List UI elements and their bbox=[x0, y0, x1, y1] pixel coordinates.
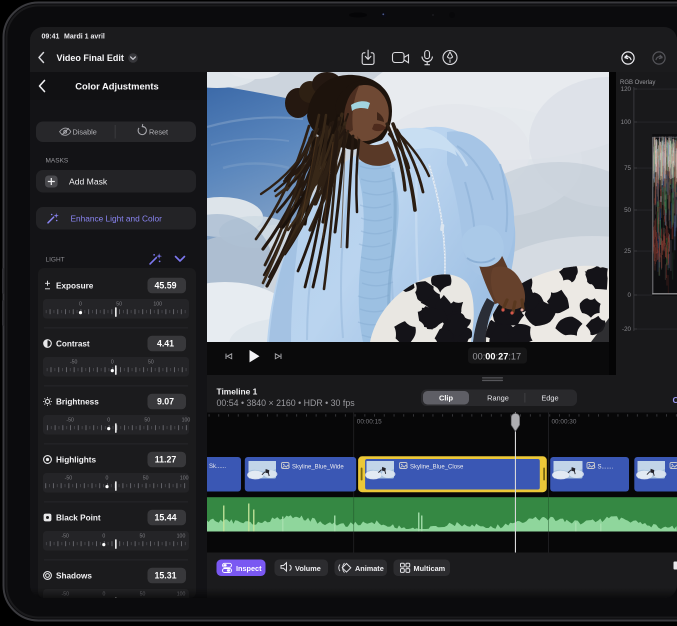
svg-text:50: 50 bbox=[140, 534, 146, 540]
svg-text:100: 100 bbox=[153, 302, 162, 308]
svg-text:15.31: 15.31 bbox=[154, 571, 176, 581]
svg-text:Mardi 1 avril: Mardi 1 avril bbox=[64, 34, 105, 41]
svg-text:100: 100 bbox=[621, 119, 632, 126]
svg-text:Enhance Light and Color: Enhance Light and Color bbox=[71, 214, 163, 224]
svg-text:0: 0 bbox=[107, 418, 110, 424]
svg-text:Skyline_Blue_Close: Skyline_Blue_Close bbox=[410, 465, 464, 471]
svg-text:-50: -50 bbox=[66, 418, 74, 424]
svg-text:45.59: 45.59 bbox=[154, 281, 176, 291]
svg-text:50: 50 bbox=[143, 476, 149, 482]
svg-text:Timeline 1: Timeline 1 bbox=[217, 387, 258, 397]
svg-text:Inspect: Inspect bbox=[236, 564, 262, 573]
svg-text:Multicam: Multicam bbox=[414, 564, 446, 573]
svg-text:0: 0 bbox=[106, 476, 109, 482]
svg-text:100: 100 bbox=[180, 476, 189, 482]
svg-text:Disable: Disable bbox=[73, 128, 97, 137]
svg-text:Range: Range bbox=[487, 394, 509, 403]
svg-text:-50: -50 bbox=[65, 476, 73, 482]
svg-text:4.41: 4.41 bbox=[157, 339, 174, 349]
svg-text:Volume: Volume bbox=[295, 564, 321, 573]
svg-text:Black Point: Black Point bbox=[56, 514, 101, 523]
svg-text:-50: -50 bbox=[61, 534, 69, 540]
svg-text:Color Adjustments: Color Adjustments bbox=[75, 81, 159, 92]
svg-text:Add Mask: Add Mask bbox=[69, 177, 108, 187]
svg-text:50: 50 bbox=[116, 302, 122, 308]
svg-text:MASKS: MASKS bbox=[46, 158, 69, 165]
svg-text:Video Final Edit: Video Final Edit bbox=[57, 53, 124, 63]
svg-text:0: 0 bbox=[79, 302, 82, 308]
svg-text:Exposure: Exposure bbox=[56, 282, 94, 291]
svg-text:00:00:30: 00:00:30 bbox=[552, 419, 577, 426]
svg-text:Skyline_Blue_Wide: Skyline_Blue_Wide bbox=[292, 465, 344, 471]
svg-text:Animate: Animate bbox=[355, 564, 384, 573]
svg-text:-50: -50 bbox=[70, 360, 78, 366]
svg-text:O: O bbox=[673, 395, 677, 405]
svg-text:09:41: 09:41 bbox=[42, 34, 60, 41]
svg-text:Brightness: Brightness bbox=[56, 398, 99, 407]
svg-text:0: 0 bbox=[102, 534, 105, 540]
svg-text:25: 25 bbox=[624, 248, 631, 255]
svg-text:Highlights: Highlights bbox=[56, 456, 96, 465]
svg-text:50: 50 bbox=[624, 207, 631, 214]
svg-text:00:54 • 3840 × 2160 • HDR • 30: 00:54 • 3840 × 2160 • HDR • 30 fps bbox=[217, 398, 356, 408]
svg-text:50: 50 bbox=[144, 418, 150, 424]
svg-text:9.07: 9.07 bbox=[157, 397, 174, 407]
svg-text:-20: -20 bbox=[622, 326, 632, 333]
svg-text:Sk......: Sk...... bbox=[209, 464, 226, 470]
svg-text:11.27: 11.27 bbox=[155, 455, 177, 465]
svg-text:00:00:15: 00:00:15 bbox=[357, 419, 382, 426]
svg-text:100: 100 bbox=[182, 418, 191, 424]
svg-text:Contrast: Contrast bbox=[56, 340, 90, 349]
svg-text:Shadows: Shadows bbox=[56, 572, 92, 581]
svg-text:Reset: Reset bbox=[149, 128, 168, 137]
svg-text:LIGHT: LIGHT bbox=[46, 257, 65, 264]
svg-text:00:00:27:17: 00:00:27:17 bbox=[473, 352, 522, 362]
svg-text:0: 0 bbox=[628, 292, 632, 299]
svg-text:Clip: Clip bbox=[439, 394, 453, 403]
svg-text:15.44: 15.44 bbox=[154, 513, 176, 523]
svg-text:Edge: Edge bbox=[541, 394, 558, 403]
svg-text:120: 120 bbox=[621, 86, 632, 93]
svg-text:0: 0 bbox=[111, 360, 114, 366]
svg-text:S.......: S....... bbox=[598, 465, 614, 471]
svg-text:75: 75 bbox=[624, 165, 631, 172]
svg-text:100: 100 bbox=[177, 534, 186, 540]
svg-text:50: 50 bbox=[148, 360, 154, 366]
